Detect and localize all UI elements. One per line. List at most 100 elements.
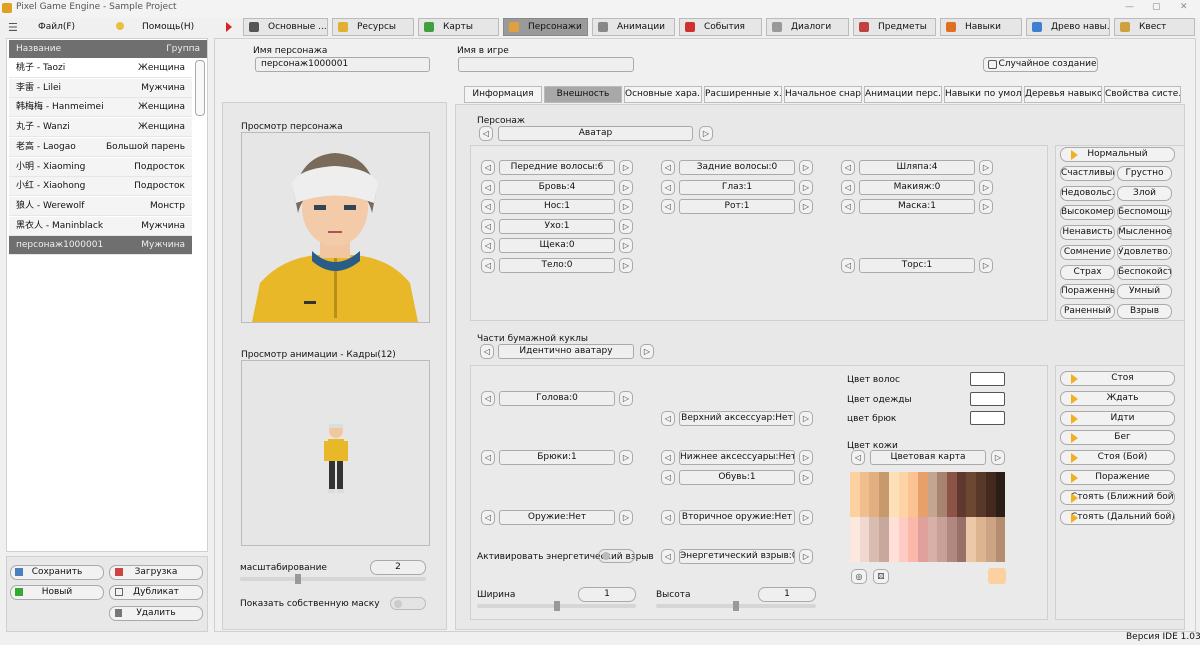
doll-part-6-prev-button[interactable]: ◁ — [661, 510, 675, 525]
palette-swatch[interactable] — [908, 517, 918, 562]
list-scrollbar[interactable] — [195, 60, 205, 116]
doll-part-7-prev-button[interactable]: ◁ — [661, 549, 675, 564]
tab-9[interactable]: Древо навы... — [1026, 18, 1110, 36]
palette-swatch[interactable] — [976, 472, 986, 517]
paperdoll-prev-button[interactable]: ◁ — [480, 344, 494, 359]
palette-swatch[interactable] — [937, 517, 948, 562]
emotion-button[interactable]: Нормальный — [1060, 147, 1175, 162]
new-button[interactable]: Новый — [10, 585, 104, 600]
emotion-button[interactable]: Злой — [1117, 185, 1172, 201]
list-item[interactable]: 桃子 - Taozi Женщина — [9, 59, 192, 78]
palette-swatch[interactable] — [879, 517, 889, 562]
doll-part-0-prev-button[interactable]: ◁ — [481, 391, 495, 406]
emotion-button[interactable]: Недовольс... — [1060, 185, 1115, 201]
palette-swatch[interactable] — [947, 472, 957, 517]
palette-swatch[interactable] — [898, 517, 909, 562]
subtab-1[interactable]: Внешность — [544, 86, 622, 103]
hamburger-menu-icon[interactable]: ☰ — [8, 21, 18, 34]
save-button[interactable]: Сохранить — [10, 565, 104, 580]
anim-button[interactable]: Стоять (Дальний бой) — [1060, 509, 1175, 525]
list-item[interactable]: 小红 - Xiaohong Подросток — [9, 177, 192, 197]
palette-swatch[interactable] — [966, 517, 977, 562]
paperdoll-next-button[interactable]: ▷ — [640, 344, 654, 359]
part-10-next-button[interactable]: ▷ — [619, 238, 633, 253]
duplicate-button[interactable]: Дубликат — [109, 585, 203, 600]
palette-swatch[interactable] — [956, 472, 967, 517]
list-item[interactable]: 丸子 - Wanzi Женщина — [9, 118, 192, 138]
menu-file[interactable]: Файл(F) — [38, 22, 75, 32]
part-2-prev-button[interactable]: ◁ — [841, 160, 855, 175]
part-10-prev-button[interactable]: ◁ — [481, 238, 495, 253]
part-1-prev-button[interactable]: ◁ — [661, 160, 675, 175]
doll-part-1-prev-button[interactable]: ◁ — [661, 411, 675, 426]
emotion-button[interactable]: Грустно — [1117, 166, 1172, 181]
emotion-button[interactable]: Ненависть — [1060, 225, 1115, 241]
doll-part-5-prev-button[interactable]: ◁ — [481, 510, 495, 525]
palette-swatch[interactable] — [917, 472, 928, 517]
emotion-button[interactable]: Беспокойст... — [1117, 264, 1172, 280]
mask-toggle[interactable] — [390, 597, 426, 610]
part-0-next-button[interactable]: ▷ — [619, 160, 633, 175]
emotion-button[interactable]: Высокомер... — [1060, 205, 1115, 221]
hair-color-swatch[interactable] — [970, 372, 1005, 386]
anim-button[interactable]: Стоя — [1060, 371, 1175, 386]
doll-part-6-next-button[interactable]: ▷ — [799, 510, 813, 525]
part-7-prev-button[interactable]: ◁ — [661, 199, 675, 214]
list-item[interactable]: 李雷 - Lilei Мужчина — [9, 78, 192, 98]
doll-part-0-next-button[interactable]: ▷ — [619, 391, 633, 406]
palette-swatch[interactable] — [850, 472, 860, 517]
part-11-next-button[interactable]: ▷ — [619, 258, 633, 273]
part-7-next-button[interactable]: ▷ — [799, 199, 813, 214]
emotion-button[interactable]: Сомнение — [1060, 244, 1115, 260]
subtab-5[interactable]: Анимации перс... — [864, 86, 942, 103]
part-12-next-button[interactable]: ▷ — [979, 258, 993, 273]
palette-swatch[interactable] — [898, 472, 909, 517]
tab-7[interactable]: Предметы — [853, 18, 936, 36]
doll-part-2-next-button[interactable]: ▷ — [619, 450, 633, 465]
anim-button[interactable]: Стоя (Бой) — [1060, 450, 1175, 466]
doll-part-3-prev-button[interactable]: ◁ — [661, 450, 675, 465]
palette-swatch[interactable] — [985, 517, 996, 562]
doll-part-3-next-button[interactable]: ▷ — [799, 450, 813, 465]
doll-part-4-next-button[interactable]: ▷ — [799, 470, 813, 485]
tab-10[interactable]: Квест — [1114, 18, 1195, 36]
height-slider[interactable] — [656, 601, 816, 611]
list-item[interactable]: 韩梅梅 - Hanmeimei Женщина — [9, 98, 192, 118]
part-9-next-button[interactable]: ▷ — [619, 219, 633, 234]
width-input[interactable]: 1 — [578, 587, 636, 602]
palette-swatch[interactable] — [995, 517, 1006, 562]
emotion-button[interactable]: Мысленное... — [1117, 225, 1172, 241]
skin-palette[interactable] — [850, 472, 1006, 562]
palette-swatch[interactable] — [859, 517, 870, 562]
tab-8[interactable]: Навыки — [940, 18, 1022, 36]
doll-part-7-next-button[interactable]: ▷ — [799, 549, 813, 564]
char-name-input[interactable]: персонаж1000001 — [255, 57, 430, 72]
scale-slider[interactable] — [240, 574, 426, 584]
list-item[interactable]: 狼人 - Werewolf Монстр — [9, 196, 192, 216]
palette-swatch[interactable] — [908, 472, 918, 517]
anim-button[interactable]: Идти — [1060, 410, 1175, 426]
tab-0[interactable]: Основные ... — [243, 18, 328, 36]
palette-swatch[interactable] — [859, 472, 870, 517]
palette-swatch[interactable] — [888, 472, 899, 517]
random-color-icon[interactable]: ⚄ — [873, 569, 889, 584]
subtab-4[interactable]: Начальное снар... — [784, 86, 862, 103]
close-button[interactable]: ✕ — [1180, 0, 1188, 14]
palette-swatch[interactable] — [995, 472, 1006, 517]
tab-4[interactable]: Анимации — [592, 18, 675, 36]
energy-toggle[interactable] — [598, 549, 635, 563]
avatar-prev-button[interactable]: ◁ — [479, 126, 493, 141]
load-button[interactable]: Загрузка — [109, 565, 203, 580]
anim-button[interactable]: Ждать — [1060, 390, 1175, 406]
doll-part-4-prev-button[interactable]: ◁ — [661, 470, 675, 485]
palette-swatch[interactable] — [927, 472, 938, 517]
palette-swatch[interactable] — [879, 472, 889, 517]
part-2-next-button[interactable]: ▷ — [979, 160, 993, 175]
subtab-0[interactable]: Информация — [464, 86, 542, 103]
part-8-prev-button[interactable]: ◁ — [841, 199, 855, 214]
clothes-color-swatch[interactable] — [970, 392, 1005, 406]
list-item[interactable]: 黑衣人 - Maninblack Мужчина — [9, 216, 192, 236]
eyedropper-icon[interactable]: ◎ — [851, 569, 867, 584]
emotion-button[interactable]: Пораженный — [1060, 284, 1115, 300]
emotion-button[interactable]: Умный — [1117, 284, 1172, 300]
